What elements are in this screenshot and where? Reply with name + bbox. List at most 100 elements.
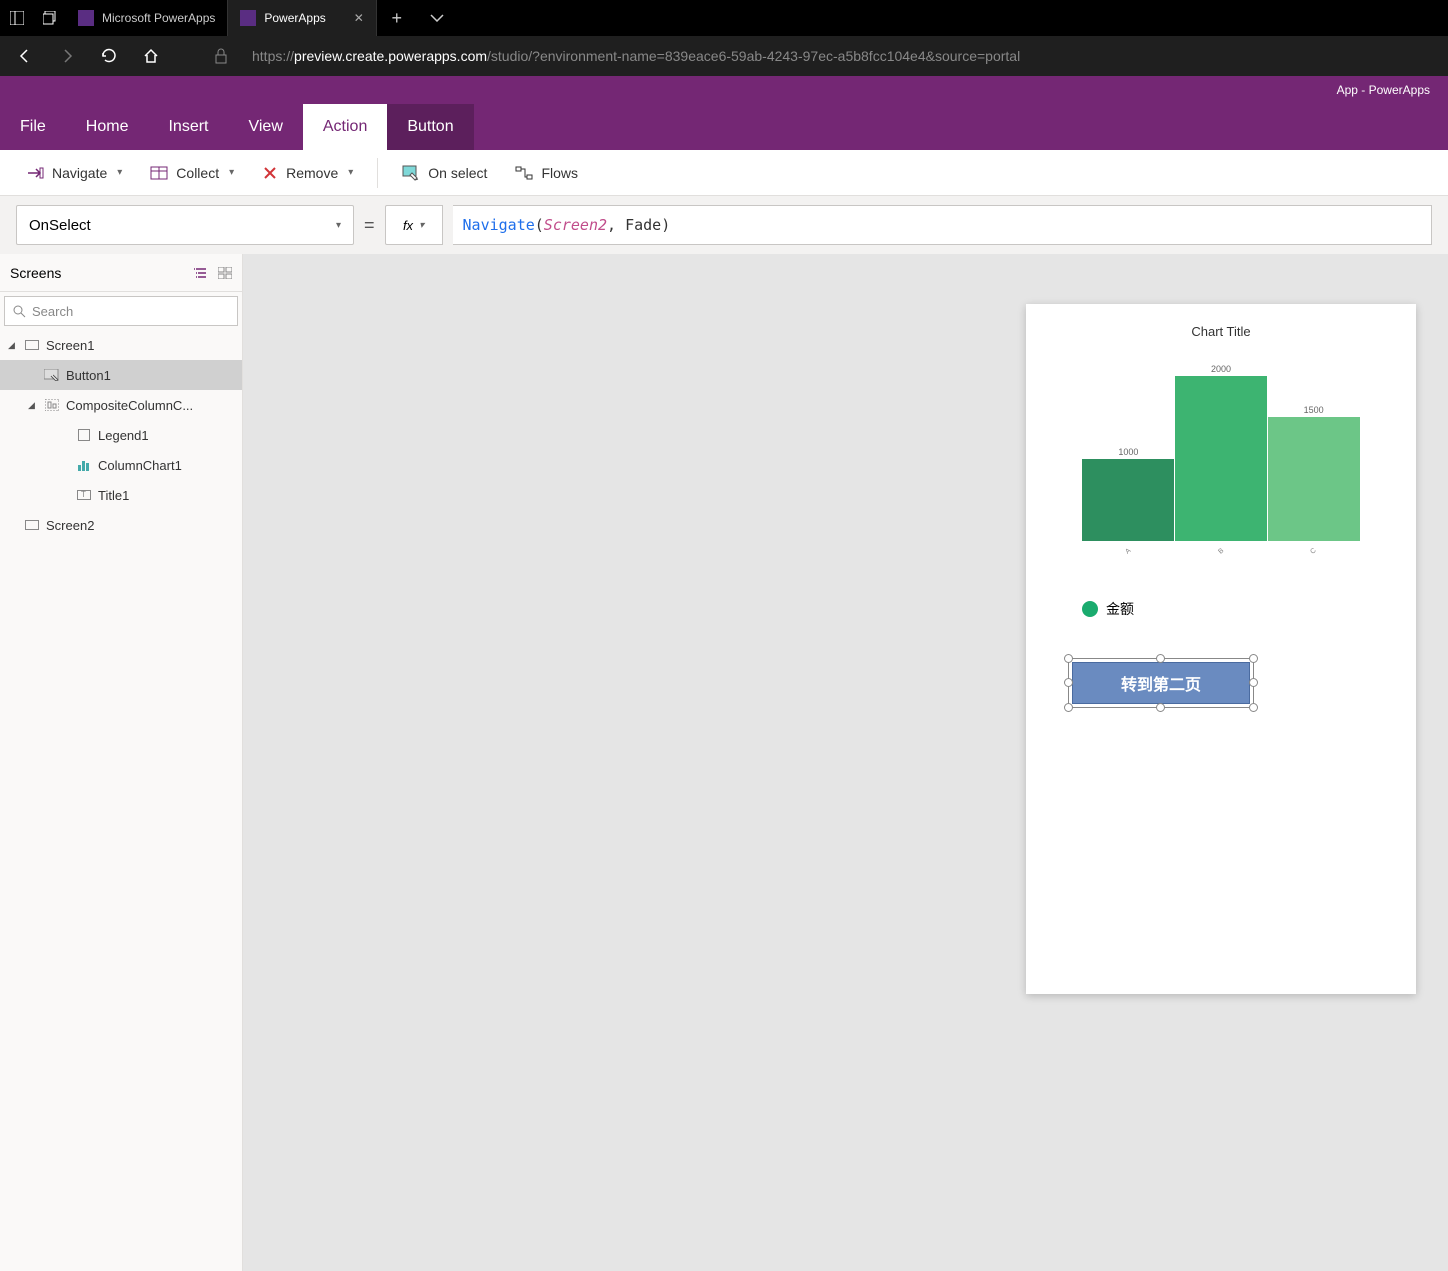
chart-legend: 金额 [1082,599,1400,619]
favicon-icon [240,10,256,26]
search-placeholder: Search [32,304,73,319]
separator [377,158,378,188]
bar: 1500 C [1267,405,1360,541]
legend-icon [76,428,92,442]
tree-item-button1[interactable]: Button1 [0,360,242,390]
ribbon-flows[interactable]: Flows [503,150,590,195]
lock-icon[interactable] [202,36,240,76]
tree-item-columnchart1[interactable]: ColumnChart1 [0,450,242,480]
ribbon-onselect[interactable]: On select [390,150,499,195]
main-area: Screens Search ◢ Screen1 Button1 ◢ [0,254,1448,1271]
resize-handle[interactable] [1064,678,1073,687]
tree-item-composite[interactable]: ◢ CompositeColumnC... [0,390,242,420]
resize-handle[interactable] [1064,654,1073,663]
close-tab-icon[interactable]: ✕ [354,11,364,25]
tree-item-legend1[interactable]: Legend1 [0,420,242,450]
app-header: App - PowerApps File Home Insert View Ac… [0,76,1448,150]
ribbon-collect[interactable]: Collect▾ [138,150,246,195]
thumbnail-view-icon[interactable] [218,267,232,279]
selection-outline [1068,658,1254,708]
navigate-icon [26,166,44,180]
bar-rect [1268,417,1360,541]
browser-addressbar: https://preview.create.powerapps.com/stu… [0,36,1448,76]
url-scheme: https:// [252,48,294,64]
formula-fn: Navigate [463,216,535,234]
ribbon-navigate[interactable]: Navigate▾ [14,150,134,195]
bar: 1000 A [1082,447,1175,542]
x-tick-label: B [1217,547,1225,555]
search-input[interactable]: Search [4,296,238,326]
back-button[interactable] [6,36,44,76]
menu-view[interactable]: View [228,104,302,150]
remove-icon [262,165,278,181]
tab-title: PowerApps [264,11,325,25]
browser-tab-active[interactable]: PowerApps ✕ [228,0,376,36]
menu-bar: File Home Insert View Action Button [0,104,1448,150]
tab-overflow-icon[interactable] [33,0,66,36]
app-title: App - PowerApps [0,76,1448,104]
menu-insert[interactable]: Insert [148,104,228,150]
url-host: preview.create.powerapps.com [294,48,487,64]
url-path: /studio/?environment-name=839eace6-59ab-… [487,48,1020,64]
legend-marker [1082,601,1098,617]
url-field[interactable]: https://preview.create.powerapps.com/stu… [252,48,1020,64]
menu-button-context[interactable]: Button [387,104,473,150]
bar: 2000 B [1175,364,1268,541]
selected-button-control[interactable]: 转到第二页 [1072,662,1250,704]
collapse-icon[interactable]: ◢ [28,400,38,411]
collapse-icon[interactable]: ◢ [8,340,18,351]
tree-item-screen2[interactable]: Screen2 [0,510,242,540]
browser-tab[interactable]: Microsoft PowerApps [66,0,228,36]
new-tab-button[interactable]: + [377,0,417,36]
chevron-down-icon: ▾ [348,167,353,178]
title-icon [76,488,92,502]
ribbon-remove[interactable]: Remove▾ [250,150,365,195]
resize-handle[interactable] [1249,703,1258,712]
tree-item-screen1[interactable]: ◢ Screen1 [0,330,242,360]
bar-rect [1082,459,1174,542]
bar-value-label: 1000 [1118,447,1138,457]
tab-menu-button[interactable] [417,0,457,36]
collect-icon [150,166,168,180]
onselect-icon [402,165,420,181]
left-panel-header: Screens [0,254,242,292]
tree-item-title1[interactable]: Title1 [0,480,242,510]
formula-input[interactable]: Navigate(Screen2, Fade) [453,205,1432,245]
menu-home[interactable]: Home [66,104,149,150]
column-chart[interactable]: 1000 A2000 B1500 C [1062,359,1380,559]
resize-handle[interactable] [1064,703,1073,712]
property-dropdown[interactable]: OnSelect ▾ [16,205,354,245]
home-button[interactable] [132,36,170,76]
forward-button [48,36,86,76]
equals-sign: = [364,215,375,236]
sidebar-toggle-icon[interactable] [0,0,33,36]
menu-file[interactable]: File [0,104,66,150]
formula-arg2: Fade [625,216,661,234]
left-panel: Screens Search ◢ Screen1 Button1 ◢ [0,254,243,1271]
search-icon [13,305,26,318]
chart-title: Chart Title [1042,324,1400,339]
formula-bar: OnSelect ▾ = fx▾ Navigate(Screen2, Fade) [0,196,1448,254]
menu-action[interactable]: Action [303,104,387,150]
favicon-icon [78,10,94,26]
chevron-down-icon: ▾ [336,220,341,231]
x-tick-label: C [1309,547,1317,556]
resize-handle[interactable] [1156,703,1165,712]
fx-button[interactable]: fx▾ [385,205,443,245]
legend-label: 金额 [1106,599,1134,619]
resize-handle[interactable] [1249,654,1258,663]
button-icon [44,368,60,382]
refresh-button[interactable] [90,36,128,76]
resize-handle[interactable] [1249,678,1258,687]
canvas[interactable]: Chart Title 1000 A2000 B1500 C 金额 转到第二页 [243,254,1448,1271]
resize-handle[interactable] [1156,654,1165,663]
chevron-down-icon: ▾ [229,167,234,178]
bar-rect [1175,376,1267,541]
phone-screen[interactable]: Chart Title 1000 A2000 B1500 C 金额 转到第二页 [1026,304,1416,994]
tree-view-icon[interactable] [194,267,208,279]
screen-icon [24,338,40,352]
screens-title: Screens [10,265,61,281]
group-icon [44,398,60,412]
flows-icon [515,166,533,180]
tab-title: Microsoft PowerApps [102,11,215,25]
